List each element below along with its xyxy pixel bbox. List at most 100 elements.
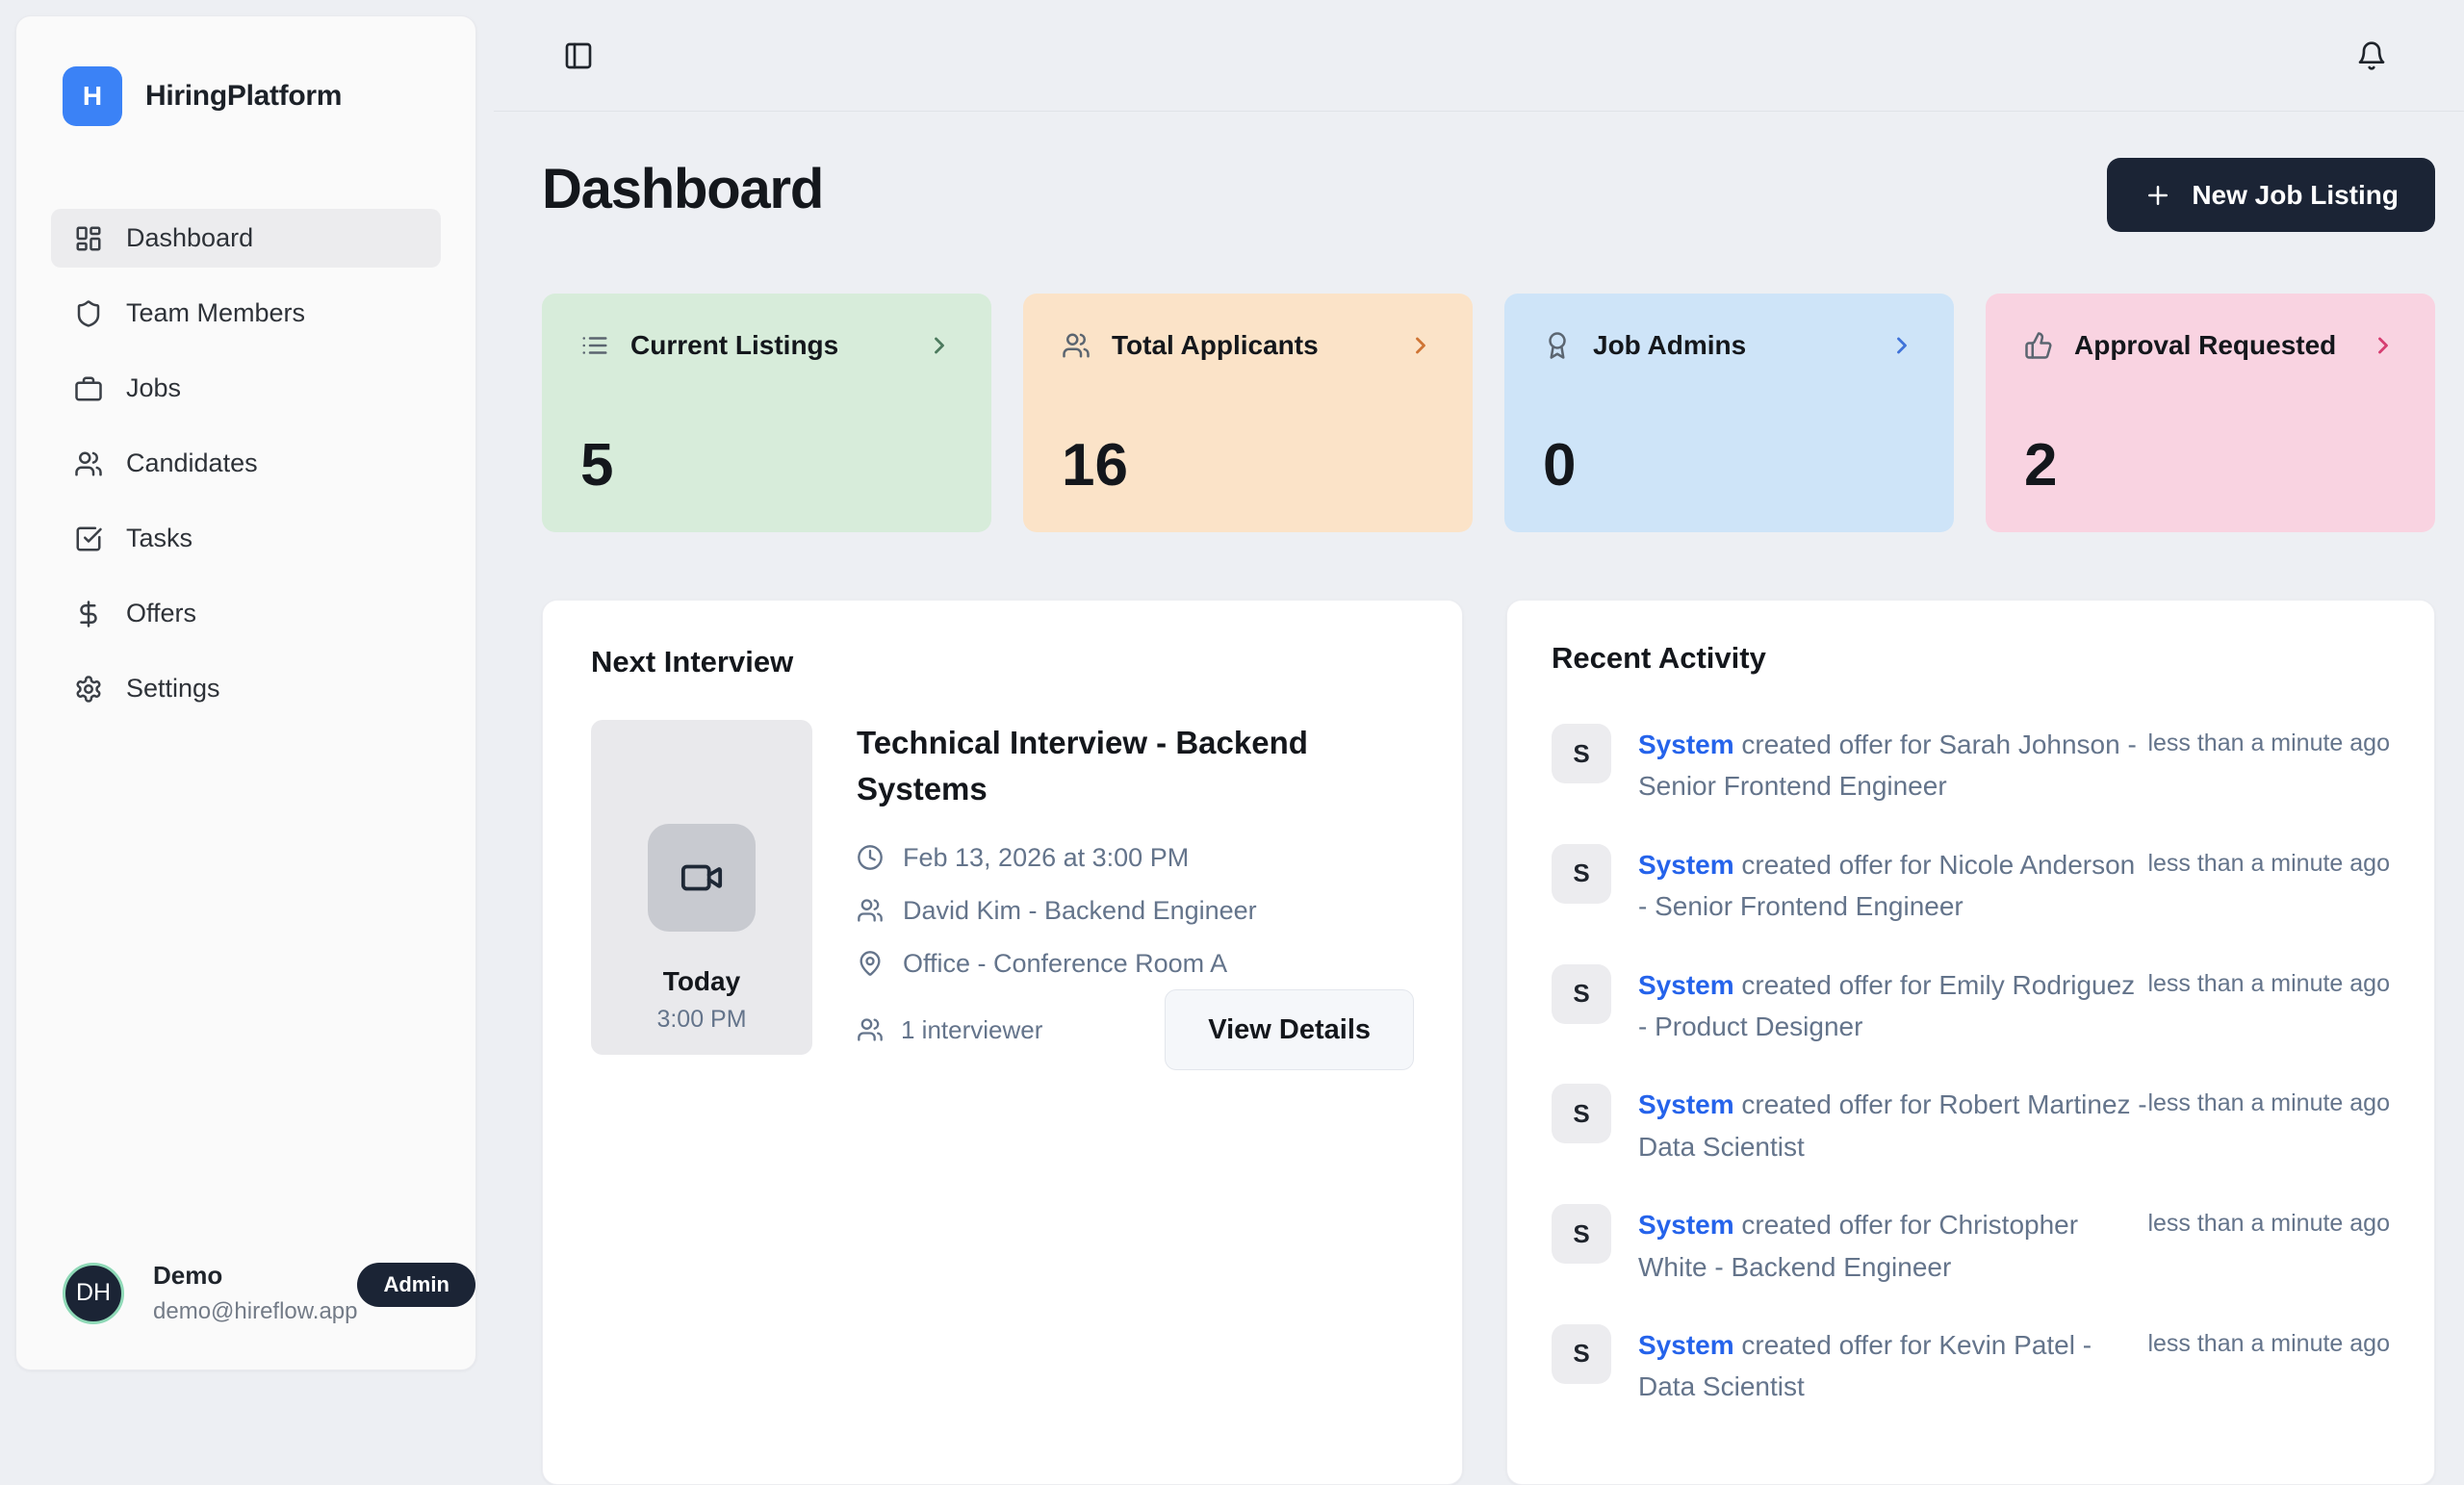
panel-left-icon (563, 40, 594, 71)
thumbs-up-icon (2024, 331, 2053, 360)
stat-card-total-applicants[interactable]: Total Applicants 16 (1023, 294, 1473, 532)
activity-avatar: S (1552, 964, 1611, 1024)
interview-datetime-row: Feb 13, 2026 at 3:00 PM (857, 843, 1414, 873)
activity-list: S System created offer for Sarah Johnson… (1552, 724, 2390, 1408)
stat-card-current-listings[interactable]: Current Listings 5 (542, 294, 991, 532)
bell-icon (2356, 40, 2387, 71)
chevron-right-icon (1888, 332, 1915, 359)
sidebar-item-label: Offers (126, 599, 196, 628)
stat-card-job-admins[interactable]: Job Admins 0 (1504, 294, 1954, 532)
activity-actor[interactable]: System (1638, 1089, 1734, 1119)
users-icon (857, 1016, 884, 1043)
brand: H HiringPlatform (51, 66, 441, 126)
users-icon (74, 449, 103, 478)
sidebar-toggle-button[interactable] (563, 40, 594, 71)
users-icon (1062, 331, 1091, 360)
activity-avatar: S (1552, 1324, 1611, 1384)
activity-text: System created offer for Sarah Johnson -… (1638, 724, 2147, 807)
activity-timestamp: less than a minute ago (2147, 1204, 2390, 1238)
sidebar-item-offers[interactable]: Offers (51, 584, 441, 643)
sidebar-item-label: Settings (126, 674, 220, 704)
panels: Next Interview Today 3:00 PM Technical I… (542, 600, 2435, 1485)
sidebar-nav: Dashboard Team Members Jobs Candidates T… (51, 209, 441, 718)
activity-avatar: S (1552, 724, 1611, 783)
sidebar-item-candidates[interactable]: Candidates (51, 434, 441, 493)
interview-person: David Kim - Backend Engineer (903, 896, 1257, 926)
stat-label: Total Applicants (1112, 330, 1386, 361)
award-icon (1543, 331, 1572, 360)
interview-event-title: Technical Interview - Backend Systems (857, 720, 1414, 812)
stat-value: 5 (580, 436, 953, 496)
profile-name: Demo (153, 1261, 357, 1291)
notifications-button[interactable] (2356, 40, 2387, 71)
interviewer-count: 1 interviewer (857, 1015, 1042, 1045)
stat-label: Current Listings (630, 330, 905, 361)
layout-dashboard-icon (74, 224, 103, 253)
activity-text: System created offer for Robert Martinez… (1638, 1084, 2147, 1167)
sidebar-item-label: Candidates (126, 448, 258, 478)
brand-name: HiringPlatform (145, 80, 342, 113)
new-job-listing-button[interactable]: New Job Listing (2107, 158, 2435, 232)
topbar (494, 0, 2464, 112)
interview-location: Office - Conference Room A (903, 949, 1227, 979)
activity-actor[interactable]: System (1638, 730, 1734, 759)
activity-avatar: S (1552, 1204, 1611, 1264)
activity-item: S System created offer for Kevin Patel -… (1552, 1324, 2390, 1408)
activity-actor[interactable]: System (1638, 970, 1734, 1000)
chevron-right-icon (1407, 332, 1434, 359)
page-title: Dashboard (542, 156, 823, 223)
interview-thumbnail: Today 3:00 PM (591, 720, 812, 1055)
activity-timestamp: less than a minute ago (2147, 724, 2390, 757)
view-details-button[interactable]: View Details (1165, 989, 1414, 1070)
stat-label: Job Admins (1593, 330, 1867, 361)
stat-value: 16 (1062, 436, 1434, 496)
shield-icon (74, 299, 103, 328)
sidebar-item-dashboard[interactable]: Dashboard (51, 209, 441, 268)
activity-item: S System created offer for Sarah Johnson… (1552, 724, 2390, 807)
admin-badge: Admin (357, 1263, 475, 1307)
sidebar-item-team-members[interactable]: Team Members (51, 284, 441, 343)
chevron-right-icon (926, 332, 953, 359)
map-pin-icon (857, 950, 884, 977)
activity-text: System created offer for Emily Rodriguez… (1638, 964, 2147, 1048)
activity-actor[interactable]: System (1638, 850, 1734, 880)
activity-actor[interactable]: System (1638, 1210, 1734, 1240)
chevron-right-icon (2370, 332, 2397, 359)
interview-person-row: David Kim - Backend Engineer (857, 896, 1414, 926)
interviewer-count-label: 1 interviewer (901, 1015, 1042, 1045)
users-icon (857, 897, 884, 924)
new-job-listing-label: New Job Listing (2192, 180, 2399, 211)
sidebar-item-settings[interactable]: Settings (51, 659, 441, 718)
sidebar-item-label: Jobs (126, 373, 181, 403)
clock-icon (857, 844, 884, 871)
activity-item: S System created offer for Nicole Anders… (1552, 844, 2390, 928)
sidebar-item-tasks[interactable]: Tasks (51, 509, 441, 568)
sidebar-item-label: Team Members (126, 298, 305, 328)
stat-cards: Current Listings 5 Total Applicants 16 (542, 294, 2435, 532)
sidebar-item-jobs[interactable]: Jobs (51, 359, 441, 418)
sidebar: H HiringPlatform Dashboard Team Members … (15, 15, 476, 1370)
avatar: DH (63, 1263, 124, 1324)
briefcase-icon (74, 374, 103, 403)
dollar-icon (74, 600, 103, 628)
stat-value: 2 (2024, 436, 2397, 496)
stat-label: Approval Requested (2074, 330, 2348, 361)
activity-timestamp: less than a minute ago (2147, 844, 2390, 878)
stat-value: 0 (1543, 436, 1915, 496)
activity-timestamp: less than a minute ago (2147, 1324, 2390, 1358)
user-profile[interactable]: DH Demo demo@hireflow.app Admin (51, 1261, 441, 1325)
next-interview-card: Next Interview Today 3:00 PM Technical I… (542, 600, 1463, 1485)
page-head: Dashboard New Job Listing (542, 156, 2435, 232)
interview-day: Today (663, 966, 740, 997)
activity-actor[interactable]: System (1638, 1330, 1734, 1360)
main-content: Dashboard New Job Listing Current Listin… (494, 112, 2464, 1386)
sidebar-item-label: Tasks (126, 524, 192, 553)
video-icon (648, 824, 756, 932)
recent-activity-title: Recent Activity (1552, 641, 2390, 676)
recent-activity-card: Recent Activity S System created offer f… (1506, 600, 2435, 1485)
activity-text: System created offer for Nicole Anderson… (1638, 844, 2147, 928)
stat-card-approval-requested[interactable]: Approval Requested 2 (1986, 294, 2435, 532)
activity-timestamp: less than a minute ago (2147, 1084, 2390, 1117)
interview-datetime: Feb 13, 2026 at 3:00 PM (903, 843, 1189, 873)
interview-location-row: Office - Conference Room A (857, 949, 1414, 979)
